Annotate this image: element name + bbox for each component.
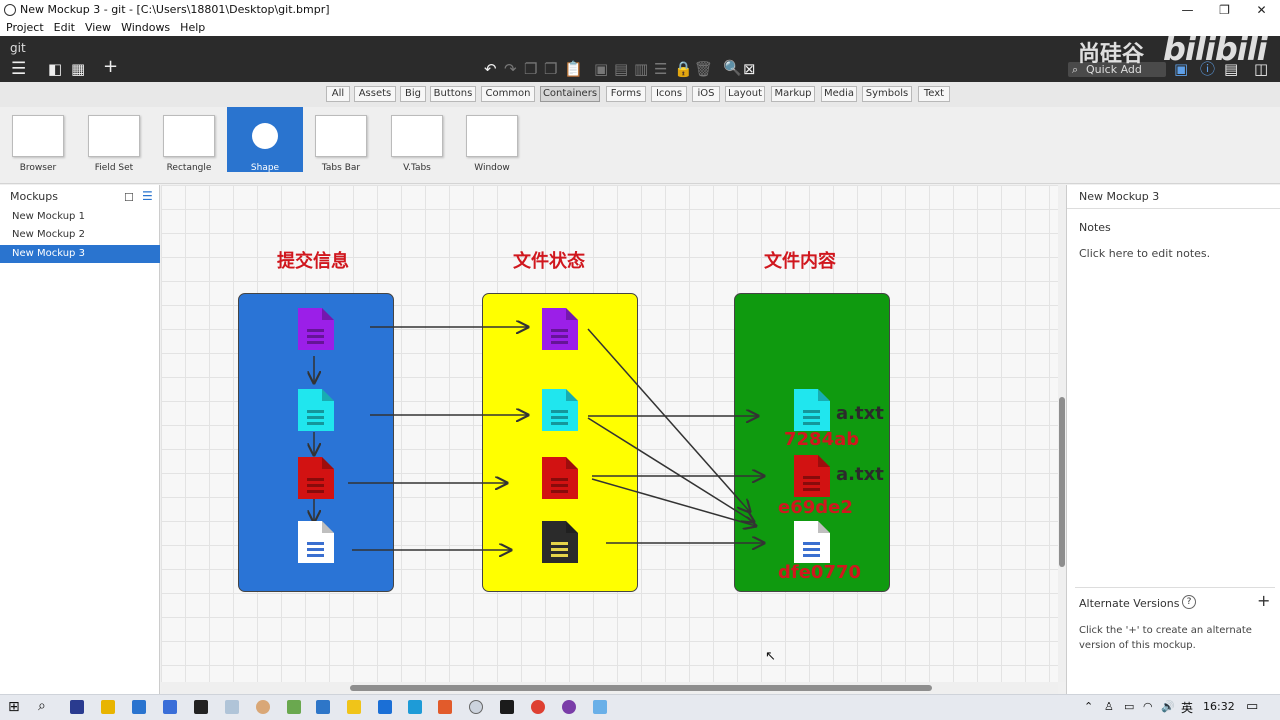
photoshop-icon[interactable] [70, 700, 84, 714]
search-icon[interactable]: ⌕ [38, 698, 46, 714]
divider [1075, 587, 1275, 588]
cyan-doc-icon[interactable] [794, 389, 830, 431]
file-hash-2: e69de2 [778, 497, 853, 518]
file-name-2: a.txt [836, 464, 884, 485]
app-icon-3[interactable] [132, 700, 146, 714]
app-icon-17[interactable] [562, 700, 576, 714]
red-doc-icon[interactable] [542, 457, 578, 499]
add-version-button[interactable]: + [1257, 591, 1270, 610]
white-doc-icon[interactable] [298, 521, 334, 563]
person-icon[interactable]: ♙ [1104, 700, 1114, 713]
vertical-scroll-thumb[interactable] [1059, 397, 1065, 567]
app-icon-7[interactable] [256, 700, 270, 714]
purple-doc-icon[interactable] [542, 308, 578, 350]
mockup-title: New Mockup 3 [1079, 190, 1160, 203]
app-icon-8[interactable] [287, 700, 301, 714]
volume-icon[interactable]: 🔊 [1161, 700, 1175, 713]
taskbar-clock[interactable]: 16:32 [1203, 700, 1235, 713]
divider [1067, 208, 1280, 209]
black-doc-icon[interactable] [542, 521, 578, 563]
app-icon-18[interactable] [593, 700, 607, 714]
file-explorer-icon[interactable] [101, 700, 115, 714]
ime-indicator[interactable]: 英 [1181, 699, 1193, 716]
white-doc-icon[interactable] [794, 521, 830, 563]
purple-doc-icon[interactable] [298, 308, 334, 350]
wifi-icon[interactable]: ◠ [1143, 700, 1153, 713]
chrome-icon[interactable] [531, 700, 545, 714]
file-hash-1: 7284ab [784, 429, 860, 450]
notes-edit-field[interactable]: Click here to edit notes. [1079, 247, 1210, 260]
app-icon-13[interactable] [438, 700, 452, 714]
app-icon-5[interactable] [194, 700, 208, 714]
app-icon-12[interactable] [408, 700, 422, 714]
windows-start-icon[interactable]: ⊞ [8, 699, 20, 715]
app-icon-11[interactable] [378, 700, 392, 714]
properties-panel: New Mockup 3 Notes Click here to edit no… [1066, 185, 1280, 694]
alternate-versions-hint: Click the '+' to create an alternate ver… [1079, 625, 1252, 651]
intellij-icon[interactable] [500, 700, 514, 714]
app-icon-9[interactable] [316, 700, 330, 714]
battery-icon[interactable]: ▭ [1124, 700, 1134, 713]
help-icon[interactable]: ? [1182, 595, 1196, 609]
file-name-1: a.txt [836, 403, 884, 424]
alternate-versions-label: Alternate Versions [1079, 597, 1180, 610]
file-hash-3: dfe0770 [778, 562, 862, 583]
arrow-status-content-2b [587, 417, 754, 522]
vertical-scrollbar[interactable] [1058, 185, 1066, 682]
notes-label: Notes [1079, 221, 1111, 234]
horizontal-scrollbar[interactable] [161, 682, 1058, 694]
arrow-status-content-3b [591, 478, 756, 526]
red-doc-icon[interactable] [298, 457, 334, 499]
app-icon-6[interactable] [225, 700, 239, 714]
red-doc-icon[interactable] [794, 455, 830, 497]
horizontal-scroll-thumb[interactable] [350, 685, 932, 691]
tray-chevron-icon[interactable]: ⌃ [1084, 700, 1093, 713]
cyan-doc-icon[interactable] [298, 389, 334, 431]
app-icon-4[interactable] [163, 700, 177, 714]
balsamiq-icon[interactable] [469, 700, 483, 714]
notification-icon[interactable]: ▭ [1246, 699, 1258, 714]
app-icon-10[interactable] [347, 700, 361, 714]
mouse-cursor-icon: ↖ [765, 649, 776, 664]
cyan-doc-icon[interactable] [542, 389, 578, 431]
